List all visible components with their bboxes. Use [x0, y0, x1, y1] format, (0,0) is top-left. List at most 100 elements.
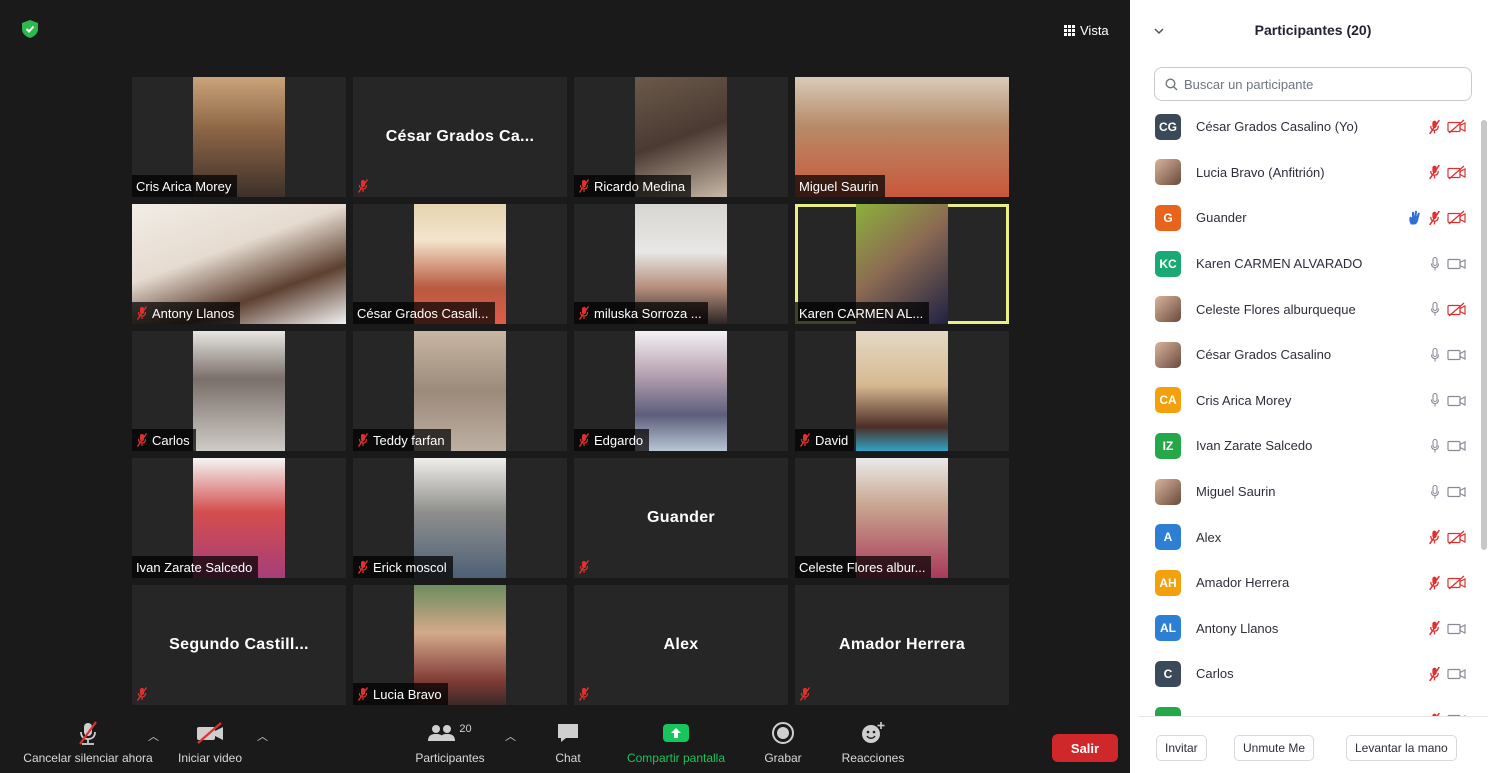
- avatar: IZ: [1155, 432, 1181, 459]
- security-shield-icon[interactable]: [22, 20, 38, 38]
- unmute-me-button[interactable]: Unmute Me: [1234, 735, 1315, 761]
- video-camera-off-icon[interactable]: [1447, 302, 1466, 317]
- video-tile[interactable]: Guander: [574, 458, 788, 578]
- participant-row[interactable]: A Alex: [1138, 514, 1488, 560]
- participant-name: Ivan Zarate Salcedo: [1196, 438, 1313, 454]
- video-camera-icon[interactable]: [1447, 667, 1466, 681]
- video-tile[interactable]: miluska Sorroza ...: [574, 204, 788, 324]
- leave-button[interactable]: Salir: [1052, 734, 1118, 762]
- participant-row[interactable]: AL Antony Llanos: [1138, 606, 1488, 652]
- video-camera-off-icon: [197, 722, 223, 744]
- microphone-icon[interactable]: [1429, 438, 1441, 453]
- view-label: Vista: [1080, 22, 1109, 38]
- raise-hand-button[interactable]: Levantar la mano: [1346, 735, 1457, 761]
- share-screen-button[interactable]: Compartir pantalla: [616, 718, 736, 773]
- participant-status-icons: [1429, 438, 1466, 453]
- microphone-icon[interactable]: [1429, 302, 1441, 317]
- avatar: [1155, 478, 1181, 505]
- participant-row[interactable]: CG César Grados Casalino (Yo): [1138, 104, 1488, 150]
- video-camera-off-icon[interactable]: [1447, 530, 1466, 545]
- participant-list-scrollbar[interactable]: [1481, 120, 1487, 550]
- start-video-label: Iniciar video: [177, 751, 243, 765]
- microphone-icon[interactable]: [1429, 256, 1441, 271]
- video-camera-icon[interactable]: [1447, 439, 1466, 453]
- participant-row[interactable]: [1138, 697, 1488, 716]
- video-tile[interactable]: Celeste Flores albur...: [795, 458, 1009, 578]
- video-tile[interactable]: César Grados Ca...: [353, 77, 567, 197]
- participant-row[interactable]: AH Amador Herrera: [1138, 560, 1488, 606]
- video-tile[interactable]: Erick moscol: [353, 458, 567, 578]
- participant-row[interactable]: Celeste Flores alburqueque: [1138, 286, 1488, 332]
- video-tile[interactable]: David: [795, 331, 1009, 451]
- video-tile[interactable]: Cris Arica Morey: [132, 77, 346, 197]
- participant-row[interactable]: Miguel Saurin: [1138, 469, 1488, 515]
- participant-row[interactable]: CA Cris Arica Morey: [1138, 378, 1488, 424]
- microphone-icon[interactable]: [1429, 393, 1441, 408]
- video-tile[interactable]: Lucia Bravo: [353, 585, 567, 705]
- participants-panel: Participantes (20) CGCésar Grados Casali…: [1138, 0, 1501, 773]
- participant-row[interactable]: Lucia Bravo (Anfitrión): [1138, 150, 1488, 196]
- tile-name-label: Lucia Bravo: [353, 683, 448, 705]
- view-button[interactable]: Vista: [1064, 20, 1109, 40]
- microphone-icon[interactable]: [1429, 484, 1441, 499]
- video-tile[interactable]: Antony Llanos: [132, 204, 346, 324]
- start-video-button[interactable]: Iniciar video: [177, 718, 243, 773]
- raised-hand-icon: [1409, 210, 1420, 225]
- search-participant-input[interactable]: [1184, 76, 1454, 92]
- video-tile[interactable]: Segundo Castill...: [132, 585, 346, 705]
- participant-status-icons: [1428, 529, 1466, 545]
- audio-options-caret[interactable]: ︿: [148, 728, 159, 744]
- video-camera-icon[interactable]: [1447, 348, 1466, 362]
- microphone-muted-icon[interactable]: [1428, 119, 1441, 135]
- video-camera-icon[interactable]: [1447, 393, 1466, 407]
- video-tile[interactable]: César Grados Casali...: [353, 204, 567, 324]
- video-camera-icon[interactable]: [1447, 621, 1466, 635]
- tile-display-name: Segundo Castill...: [169, 636, 309, 653]
- record-button[interactable]: Grabar: [760, 718, 806, 773]
- video-tile[interactable]: Ricardo Medina: [574, 77, 788, 197]
- video-camera-icon[interactable]: [1447, 485, 1466, 499]
- invite-button[interactable]: Invitar: [1156, 735, 1207, 761]
- microphone-muted-icon[interactable]: [1428, 575, 1441, 591]
- tile-name: David: [815, 432, 849, 448]
- panel-title: Participantes (20): [1254, 22, 1372, 38]
- reactions-button[interactable]: Reacciones: [835, 718, 911, 773]
- search-icon: [1165, 77, 1178, 90]
- video-tile[interactable]: Edgardo: [574, 331, 788, 451]
- video-camera-off-icon[interactable]: [1447, 575, 1466, 590]
- video-tile[interactable]: Alex: [574, 585, 788, 705]
- video-tile[interactable]: Karen CARMEN AL...: [795, 204, 1009, 324]
- tile-name-label: Antony Llanos: [132, 302, 241, 324]
- participants-options-caret[interactable]: ︿: [505, 728, 516, 744]
- tile-name: Cris Arica Morey: [136, 178, 232, 194]
- video-tile[interactable]: Amador Herrera: [795, 585, 1009, 705]
- chat-button[interactable]: Chat: [548, 718, 588, 773]
- participants-button[interactable]: 20 Participantes: [410, 718, 490, 773]
- participant-row[interactable]: KC Karen CARMEN ALVARADO: [1138, 241, 1488, 287]
- participant-row[interactable]: IZ Ivan Zarate Salcedo: [1138, 423, 1488, 469]
- microphone-muted-icon[interactable]: [1428, 164, 1441, 180]
- microphone-muted-icon[interactable]: [1428, 529, 1441, 545]
- unmute-button[interactable]: Cancelar silenciar ahora: [18, 718, 158, 773]
- video-tile[interactable]: Miguel Saurin: [795, 77, 1009, 197]
- participant-row[interactable]: César Grados Casalino: [1138, 332, 1488, 378]
- video-tile[interactable]: Carlos: [132, 331, 346, 451]
- video-camera-icon[interactable]: [1447, 257, 1466, 271]
- microphone-muted-icon[interactable]: [1428, 210, 1441, 226]
- video-camera-off-icon[interactable]: [1447, 210, 1466, 225]
- participant-row[interactable]: G Guander: [1138, 195, 1488, 241]
- video-camera-off-icon[interactable]: [1447, 119, 1466, 134]
- avatar: [1155, 706, 1181, 716]
- video-feed: [193, 331, 285, 451]
- video-tile[interactable]: Ivan Zarate Salcedo: [132, 458, 346, 578]
- microphone-icon[interactable]: [1429, 347, 1441, 362]
- participant-name: César Grados Casalino (Yo): [1196, 119, 1359, 135]
- video-options-caret[interactable]: ︿: [257, 728, 268, 744]
- microphone-muted-icon[interactable]: [1428, 620, 1441, 636]
- video-tile[interactable]: Teddy farfan: [353, 331, 567, 451]
- avatar: KC: [1155, 250, 1181, 277]
- participant-row[interactable]: C Carlos: [1138, 651, 1488, 697]
- video-camera-off-icon[interactable]: [1447, 165, 1466, 180]
- tile-display-name: Guander: [647, 509, 715, 526]
- microphone-muted-icon[interactable]: [1428, 666, 1441, 682]
